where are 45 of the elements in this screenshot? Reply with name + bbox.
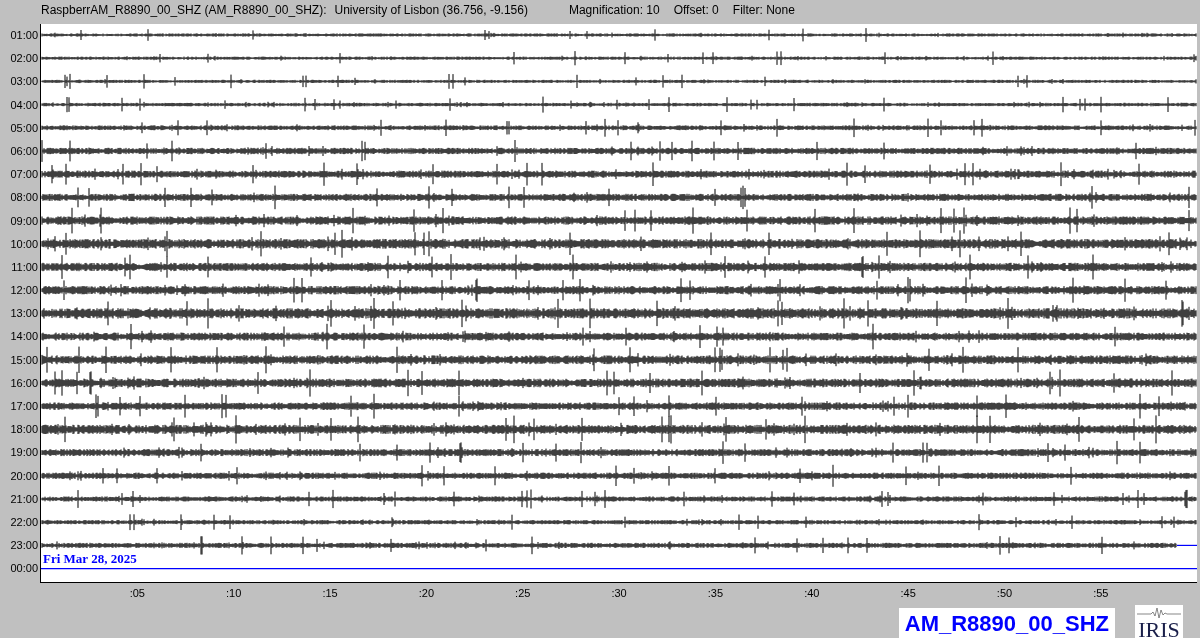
hour-label: 03:00 [9, 74, 39, 90]
minute-tick-label: :20 [418, 587, 435, 599]
minute-tick-label: :55 [1093, 587, 1109, 599]
station-title: RaspberrAM_R8890_00_SHZ (AM_R8890_00_SHZ): [41, 3, 327, 17]
hour-label: 05:00 [9, 120, 39, 136]
offset-text: Offset: 0 [673, 3, 719, 17]
hour-label: 17:00 [9, 399, 39, 414]
hour-label: 12:00 [9, 283, 39, 299]
magnification-text: Magnification: 10 [568, 3, 660, 17]
hour-label: 02:00 [9, 51, 39, 67]
hour-label: 21:00 [9, 491, 39, 507]
logo-text: IRIS [1138, 619, 1180, 638]
hour-label: 13:00 [9, 306, 39, 322]
minute-tick-label: :50 [996, 587, 1013, 599]
hour-label: 09:00 [9, 213, 39, 229]
minute-tick-label: :15 [322, 587, 338, 599]
hour-label: 14:00 [9, 329, 39, 345]
pending-trace-line [1176, 544, 1197, 546]
date-label: Fri Mar 28, 2025 [43, 551, 137, 566]
hour-label: 18:00 [9, 422, 39, 438]
hour-label: 16:00 [9, 375, 39, 391]
hour-label: 04:00 [9, 97, 39, 113]
hour-label: 07:00 [9, 167, 39, 183]
hour-label: 00:00 [9, 561, 39, 577]
minute-tick-label: :10 [226, 587, 242, 599]
hour-label: 01:00 [9, 28, 39, 43]
hour-label: 23:00 [9, 538, 39, 554]
hour-label: 19:00 [9, 445, 39, 461]
minute-tick-label: :40 [804, 587, 820, 599]
hour-label: 10:00 [9, 236, 39, 252]
hour-label: 20:00 [9, 468, 39, 484]
location-text: University of Lisbon (36.756, -9.156) [334, 3, 528, 17]
minute-tick-label: :30 [611, 587, 627, 599]
channel-label: AM_R8890_00_SHZ [898, 608, 1115, 638]
minute-tick-label: :05 [129, 587, 145, 599]
waveform-icon [1137, 607, 1181, 619]
hour-label: 06:00 [9, 143, 39, 159]
hour-label: 22:00 [9, 514, 39, 530]
minute-tick-label: :25 [515, 587, 531, 599]
minute-tick-label: :35 [707, 587, 724, 599]
hour-label: 11:00 [10, 259, 39, 275]
hour-label: 08:00 [9, 190, 39, 206]
filter-text: Filter: None [732, 3, 795, 17]
hour-label: 15:00 [9, 352, 39, 368]
minute-tick-label: :45 [900, 587, 916, 599]
